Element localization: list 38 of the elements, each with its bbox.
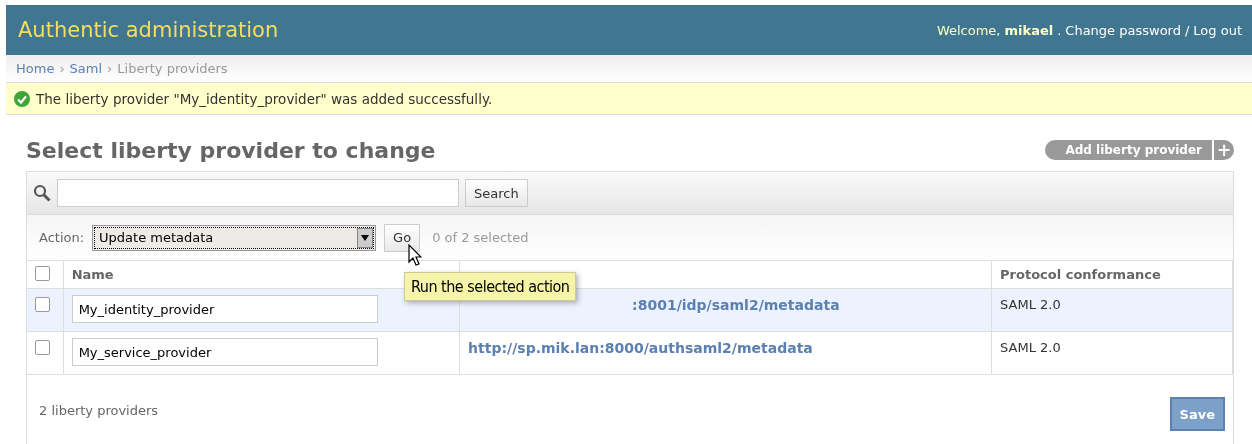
add-button[interactable]: Add liberty provider + <box>1045 140 1234 160</box>
punctuation: . <box>1057 22 1062 38</box>
search-field[interactable] <box>57 179 459 207</box>
name-field[interactable]: My_service_provider <box>71 338 378 366</box>
check-icon <box>14 90 30 107</box>
username: mikael <box>1004 22 1054 38</box>
protocol-cell: SAML 2.0 <box>1000 340 1061 355</box>
site-title: Authentic administration <box>18 18 279 42</box>
breadcrumb-separator: › <box>107 61 113 76</box>
search-button[interactable]: Search <box>465 179 528 207</box>
protocol-cell: SAML 2.0 <box>1000 297 1061 312</box>
header-link[interactable]: Log out <box>1193 22 1242 38</box>
save-button[interactable]: Save <box>1169 397 1225 431</box>
search-icon <box>33 184 51 202</box>
header-link[interactable]: Change password <box>1065 22 1181 38</box>
result-count: 2 liberty providers <box>39 402 159 418</box>
tooltip: Run the selected action <box>404 272 577 301</box>
pointer-cursor-icon <box>408 244 422 266</box>
message-text: The liberty provider "My_identity_provider" was added successfully. <box>36 90 493 107</box>
row-checkbox[interactable] <box>35 297 50 312</box>
breadcrumb-separator: › <box>59 61 65 76</box>
action-label: Action: <box>39 230 85 245</box>
selection-counter: 0 of 2 selected <box>432 230 529 245</box>
link-separator: / <box>1184 22 1190 38</box>
breadcrumb-link[interactable]: Saml <box>69 61 103 76</box>
select-all-checkbox[interactable] <box>35 265 50 281</box>
page-title: Select liberty provider to change <box>26 137 436 163</box>
action-dropdown[interactable]: Update metadata <box>92 224 377 251</box>
column-header[interactable]: Name <box>71 267 114 282</box>
breadcrumb-link[interactable]: Home <box>16 61 55 76</box>
metadata-link[interactable]: :8001/idp/saml2/metadata <box>632 297 840 313</box>
name-field[interactable]: My_identity_provider <box>71 295 378 323</box>
breadcrumb-link[interactable]: Liberty providers <box>117 61 228 76</box>
welcome-text: Welcome, <box>936 22 1001 38</box>
metadata-link[interactable]: http://sp.mik.lan:8000/authsaml2/metadata <box>468 340 813 356</box>
dropdown-arrow-icon <box>361 234 370 241</box>
go-button[interactable]: Go <box>384 223 421 252</box>
row-checkbox[interactable] <box>35 340 50 355</box>
